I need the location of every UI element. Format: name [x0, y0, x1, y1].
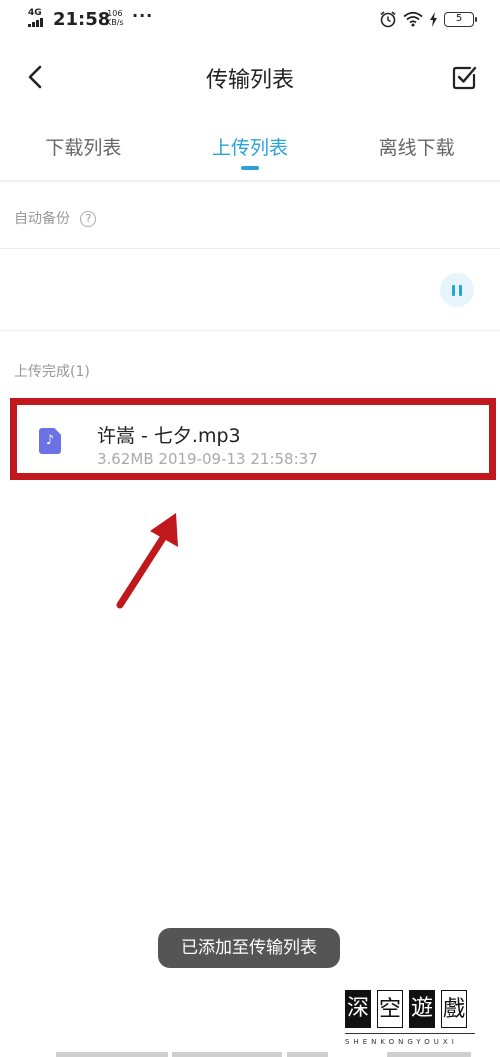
status-icons: 5: [379, 9, 477, 29]
file-size: 3.62MB: [97, 450, 154, 468]
file-datetime: 2019-09-13 21:58:37: [158, 450, 318, 468]
alarm-icon: [380, 11, 396, 28]
watermark-char: 深: [345, 990, 371, 1028]
divider: [0, 330, 500, 331]
file-list-item[interactable]: ♪ 许嵩 - 七夕.mp3 3.62MB 2019-09-13 21:58:37: [10, 398, 496, 480]
tab-offline-download[interactable]: 离线下载: [333, 120, 500, 180]
watermark-char: 戲: [441, 990, 467, 1028]
bottom-bar-segment: [387, 1052, 471, 1057]
toast-message: 已添加至传输列表: [158, 928, 340, 968]
tab-label: 下载列表: [45, 137, 122, 159]
tab-label: 上传列表: [212, 137, 289, 159]
status-bar: 4G 21:58 106 KB/s ··· 5: [0, 0, 500, 38]
auto-backup-section: 自动备份 ?: [14, 208, 97, 228]
bottom-bar-segment: [172, 1052, 282, 1057]
app-header: 传输列表: [0, 50, 500, 106]
tab-label: 离线下载: [378, 137, 455, 159]
file-meta: 3.62MB 2019-09-13 21:58:37: [97, 450, 318, 468]
battery-icon: 5: [444, 11, 477, 27]
watermark-char: 空: [377, 990, 403, 1028]
active-tab-indicator: [241, 166, 259, 170]
signal-icon: [28, 18, 48, 27]
multi-select-button[interactable]: [450, 64, 478, 92]
watermark-char: 遊: [409, 990, 435, 1028]
wifi-icon: [403, 11, 423, 27]
more-notifications-icon: ···: [132, 6, 154, 25]
watermark-logo: 深 空 遊 戲 SHENKONGYOUXI: [345, 990, 485, 1055]
checkbox-edit-icon: [452, 66, 477, 90]
bottom-bar-segment: [287, 1052, 328, 1057]
transfer-tabs: 下载列表 上传列表 离线下载: [0, 120, 500, 180]
watermark-subtitle: SHENKONGYOUXI: [345, 1038, 458, 1046]
clock: 21:58: [53, 9, 111, 30]
annotation-arrow-icon: [116, 513, 178, 609]
pause-backup-button[interactable]: [440, 273, 474, 307]
tab-download-list[interactable]: 下载列表: [0, 120, 167, 180]
file-name: 许嵩 - 七夕.mp3: [97, 425, 241, 447]
network-type: 4G: [28, 8, 42, 18]
charging-icon: [430, 11, 437, 27]
divider: [0, 248, 500, 249]
upload-completed-label: 上传完成(1): [14, 364, 90, 380]
help-icon[interactable]: ?: [80, 211, 97, 227]
watermark-line: [345, 1033, 475, 1034]
pause-icon: [450, 281, 464, 300]
tab-upload-list[interactable]: 上传列表: [167, 120, 334, 180]
network-speed-value: 106: [107, 9, 123, 18]
page-title: 传输列表: [205, 68, 294, 93]
music-file-icon: ♪: [39, 428, 61, 454]
bottom-bar-segment: [56, 1052, 168, 1057]
tabs-shadow: [0, 180, 500, 184]
network-speed-unit: KB/s: [106, 18, 124, 27]
network-speed: 106 KB/s: [106, 9, 124, 27]
auto-backup-label: 自动备份: [14, 211, 70, 227]
